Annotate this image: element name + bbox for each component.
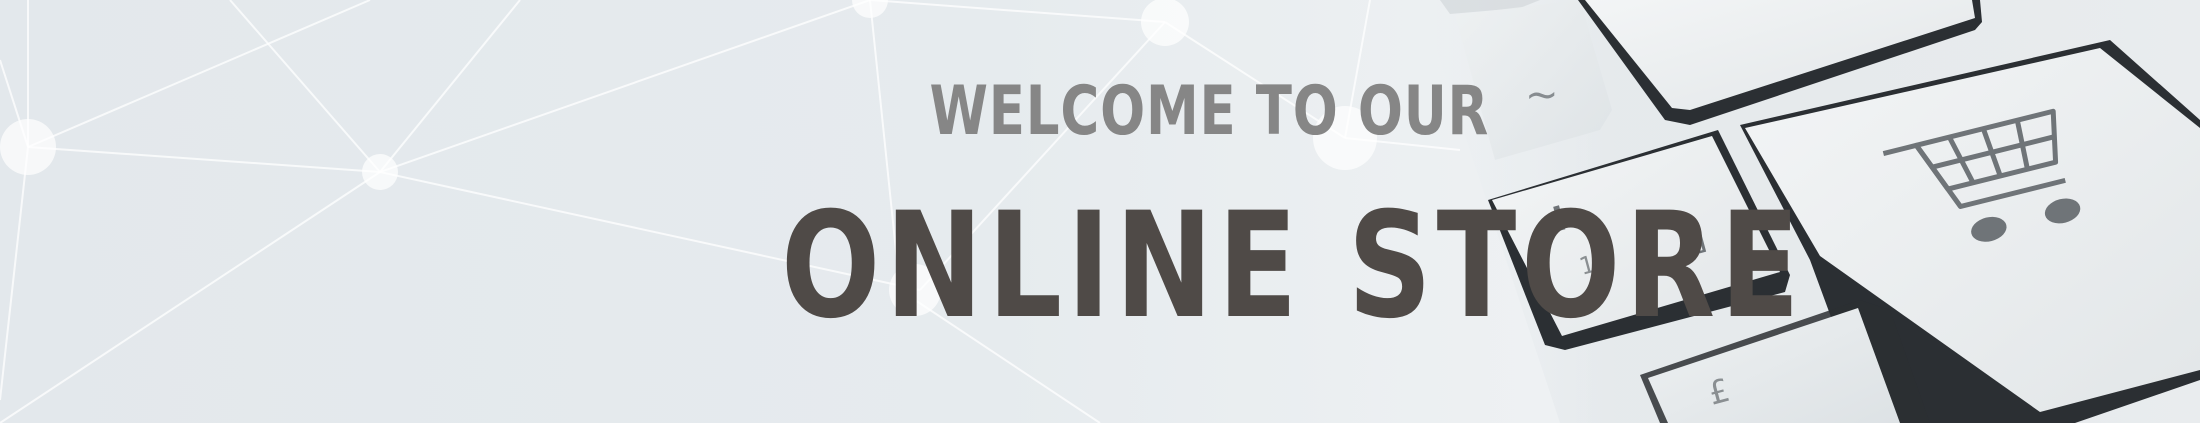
store-banner: ~ ! ] 1 £ WELCOME TO OUR ONLINE STORE (0, 0, 2200, 423)
welcome-subtitle: WELCOME TO OUR (929, 72, 1490, 151)
online-store-title: ONLINE STORE (781, 181, 1805, 351)
headline-group: WELCOME TO OUR ONLINE STORE (0, 0, 2200, 423)
